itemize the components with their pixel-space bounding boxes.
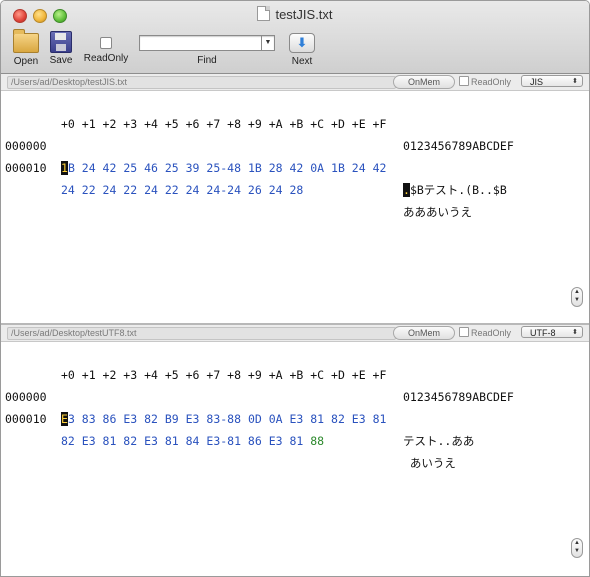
scroll-down-icon[interactable]: ▼ [574,297,580,303]
encoding-select[interactable]: UTF-8 ⬍ [521,326,583,338]
open-button[interactable]: Open [9,29,43,67]
hex-bytes[interactable]: 1B 24 42 25 46 25 39 25-48 1B 28 42 0A 1… [61,157,386,179]
toolbar: testJIS.txt Open Save ReadOnly ▼ Find ⬇ … [1,1,589,74]
onmem-button[interactable]: OnMem [393,326,455,340]
file-path-field: /Users/ad/Desktop/testUTF8.txt [7,327,396,340]
ascii-text[interactable]: テスト..ああ [403,430,474,452]
ascii-text-value: テスト..ああ [403,434,475,448]
window-title-text: testJIS.txt [275,7,333,22]
document-icon [257,6,271,21]
hex-cursor: 1 [61,161,68,175]
file-path-field: /Users/ad/Desktop/testJIS.txt [7,76,396,89]
find-label: Find [197,55,217,66]
hex-panel-utf8: /Users/ad/Desktop/testUTF8.txt OnMem Rea… [1,325,589,576]
folder-icon [13,29,39,53]
hex-bytes[interactable]: 24 22 24 22 24 22 24 24-24 26 24 28 [61,179,303,201]
save-label: Save [49,55,73,66]
find-history-dropdown[interactable]: ▼ [261,36,274,50]
panel-readonly-label: ReadOnly [471,77,512,87]
scroll-stepper[interactable]: ▲ ▼ [571,287,583,307]
arrow-down-icon: ⬇ [289,33,315,53]
hex-bytes[interactable]: 82 E3 81 82 E3 81 84 E3-81 86 E3 81 88 [61,430,324,452]
row-offset: 000010 [5,412,47,426]
ascii-text-value: あああいうえ [403,205,472,219]
floppy-disk-icon [50,31,72,53]
open-label: Open [13,56,39,67]
hex-row[interactable]: 000000 1B 24 42 25 46 25 39 25-48 1B 28 … [1,113,571,197]
panel-toolbar: /Users/ad/Desktop/testJIS.txt OnMem Read… [1,74,589,91]
next-label: Next [291,56,313,67]
readonly-checkbox[interactable] [100,37,112,49]
hex-row[interactable]: 000010 24 22 24 22 24 22 24 24-24 26 24 … [1,135,571,219]
readonly-toggle[interactable]: ReadOnly [81,33,131,64]
onmem-button[interactable]: OnMem [393,75,455,89]
panel-readonly-checkbox[interactable] [459,327,469,337]
hex-row[interactable]: 000010 82 E3 81 82 E3 81 84 E3-81 86 E3 … [1,386,571,470]
hex-bytes-text: B 24 42 25 46 25 39 25-48 1B 28 42 0A 1B… [67,161,387,175]
scroll-down-icon[interactable]: ▼ [574,548,580,554]
hex-header-row: +0 +1 +2 +3 +4 +5 +6 +7 +8 +9 +A +B +C +… [1,91,571,153]
encoding-value: JIS [530,77,544,87]
hex-bytes[interactable]: E3 83 86 E3 82 B9 E3 83-88 0D 0A E3 81 8… [61,408,386,430]
scroll-up-icon[interactable]: ▲ [574,540,580,546]
next-button[interactable]: ⬇ Next [285,33,319,67]
panel-readonly-toggle[interactable]: ReadOnly [459,327,511,339]
panel-readonly-label: ReadOnly [471,328,512,338]
panel-readonly-toggle[interactable]: ReadOnly [459,76,511,88]
hex-view[interactable]: +0 +1 +2 +3 +4 +5 +6 +7 +8 +9 +A +B +C +… [1,91,571,219]
chevron-down-icon: ▼ [264,39,272,46]
hex-bytes-text: 3 83 86 E3 82 B9 E3 83-88 0D 0A E3 81 82… [67,412,387,426]
ascii-text[interactable]: あああいうえ [403,201,472,223]
panel-toolbar: /Users/ad/Desktop/testUTF8.txt OnMem Rea… [1,325,589,342]
main-window: testJIS.txt Open Save ReadOnly ▼ Find ⬇ … [0,0,590,577]
hex-panel-jis: /Users/ad/Desktop/testJIS.txt OnMem Read… [1,74,589,323]
ascii-text-value: $Bテスト.(B..$B [409,183,507,197]
scroll-up-icon[interactable]: ▲ [574,289,580,295]
readonly-label: ReadOnly [83,53,129,64]
save-button[interactable]: Save [45,31,77,66]
hex-bytes-text: 82 E3 81 82 E3 81 84 E3-81 86 E3 81 [61,434,311,448]
hex-cursor: E [61,412,68,426]
row-offset: 000010 [5,161,47,175]
hex-bytes-text: 24 22 24 22 24 22 24 24-24 26 24 28 [61,183,304,197]
find-input[interactable]: ▼ [139,35,275,51]
hex-header-row: +0 +1 +2 +3 +4 +5 +6 +7 +8 +9 +A +B +C +… [1,342,571,404]
hex-byte-highlight: 88 [310,434,325,448]
panel-readonly-checkbox[interactable] [459,76,469,86]
updown-arrows-icon: ⬍ [572,329,578,336]
window-title: testJIS.txt [1,6,589,22]
scroll-stepper[interactable]: ▲ ▼ [571,538,583,558]
ascii-text[interactable]: .$Bテスト.(B..$B [403,179,507,201]
hex-view[interactable]: +0 +1 +2 +3 +4 +5 +6 +7 +8 +9 +A +B +C +… [1,342,571,470]
encoding-select[interactable]: JIS ⬍ [521,75,583,87]
ascii-text-value: あいうえ [403,456,456,470]
updown-arrows-icon: ⬍ [572,78,578,85]
ascii-text[interactable]: あいうえ [403,452,456,474]
encoding-value: UTF-8 [530,328,556,338]
hex-row[interactable]: 000000 E3 83 86 E3 82 B9 E3 83-88 0D 0A … [1,364,571,448]
ascii-cursor: . [403,183,410,197]
